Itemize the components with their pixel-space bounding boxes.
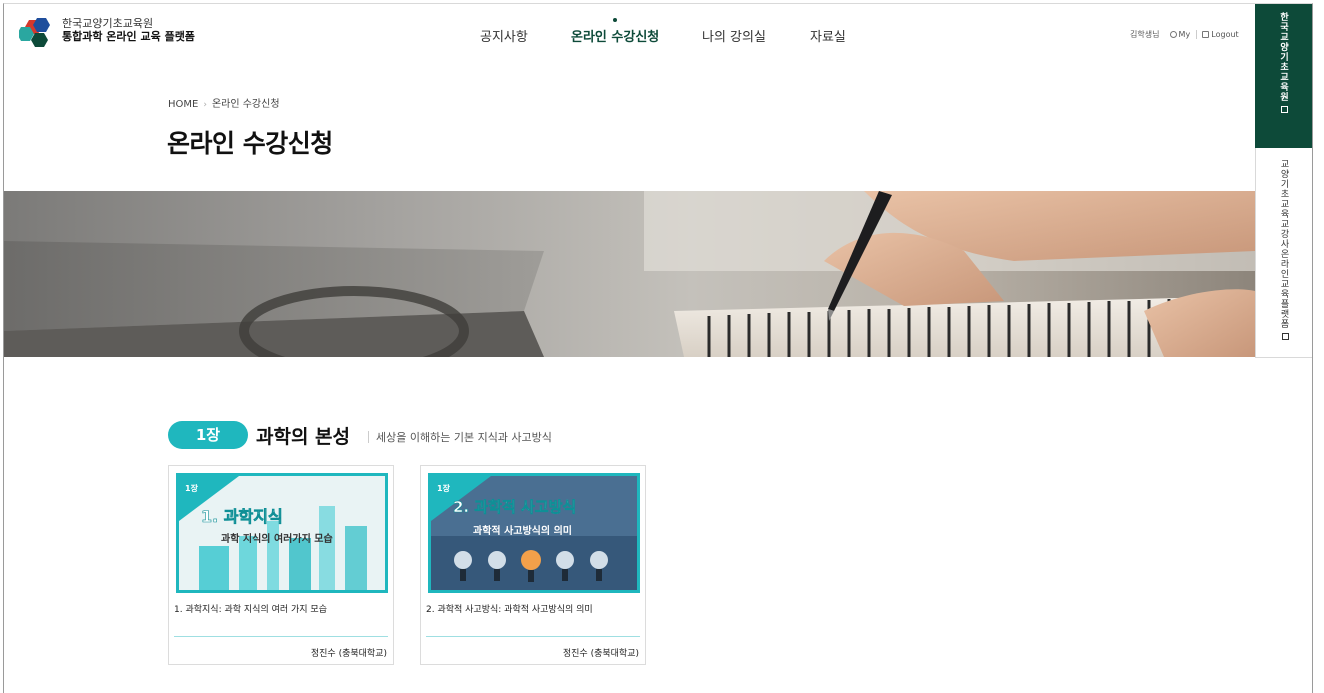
thumbnail-image: 1장 2. 과학적 사고방식 과학적 사고방식의 의미 [431,476,637,590]
logo-icon[interactable] [19,18,53,48]
course-thumbnail: 1장 1. 과학지식 과학 지식의 여러가지 모습 [176,473,388,593]
thumbnail-image: 1장 1. 과학지식 과학 지식의 여러가지 모습 [179,476,385,590]
course-card[interactable]: 1장 1. 과학지식 과학 지식의 여러가지 모습 1. 과학지식: 과학 지식… [168,465,394,665]
course-card[interactable]: 1장 2. 과학적 사고방식 과학적 사고방식의 의미 2. 과학적 사고방식:… [420,465,646,665]
divider [174,636,388,637]
divider [426,636,640,637]
divider [368,431,369,443]
external-link-icon [1281,333,1289,340]
nav-resources[interactable]: 자료실 [810,26,846,45]
course-instructor: 정진수 (충북대학교) [562,649,639,659]
brand-line2: 통합과학 온라인 교육 플랫폼 [62,30,195,43]
user-icon [1169,31,1177,38]
logout-icon [1202,31,1210,38]
logout-link[interactable]: Logout [1202,30,1239,39]
my-label: My [1178,30,1191,39]
hero-banner [4,191,1255,357]
nav-my-classroom[interactable]: 나의 강의실 [702,26,766,45]
thumb-subtitle: 과학적 사고방식의 의미 [473,524,572,537]
side-tab-instructor-platform[interactable]: 교양기초교육교강사온라인교육플랫폼 [1255,148,1312,358]
breadcrumb-home[interactable]: HOME [168,99,198,110]
chapter-title: 과학의 본성 [256,426,351,448]
thumb-title: 1. 과학지식 [201,507,283,526]
divider [1195,30,1197,39]
thumb-badge: 1장 [185,483,199,493]
breadcrumb: HOME › 온라인 수강신청 [168,95,280,110]
course-instructor: 정진수 (충북대학교) [310,649,387,659]
side-tab-kcge-label: 한국교양기초교육원 [1279,13,1291,113]
nav-online-enrollment-label: 온라인 수강신청 [571,30,660,45]
chapter-badge: 1장 [168,421,248,449]
active-indicator [613,18,618,22]
breadcrumb-separator: › [203,100,207,110]
course-thumbnail: 1장 2. 과학적 사고방식 과학적 사고방식의 의미 [428,473,640,593]
thumb-title: 2. 과학적 사고방식 [453,498,576,516]
nav-notices[interactable]: 공지사항 [480,26,528,45]
course-title[interactable]: 1. 과학지식: 과학 지식의 여러 가지 모습 [174,602,327,615]
chapter-description: 세상을 이해하는 기본 지식과 사고방식 [376,431,552,444]
page: 한국교양기초교육원 통합과학 온라인 교육 플랫폼 공지사항 온라인 수강신청 … [3,3,1313,693]
my-link[interactable]: My [1169,30,1191,39]
side-tab-instructor-text: 교양기초교육교강사온라인교육플랫폼 [1280,160,1290,330]
side-tab-kcge[interactable]: 한국교양기초교육원 [1255,4,1312,148]
breadcrumb-current: 온라인 수강신청 [211,99,280,110]
banner-image [4,191,1255,357]
user-name: 김학생님 [1130,30,1160,39]
external-link-icon [1281,106,1288,113]
user-utility: 김학생님 My Logout [1130,29,1239,40]
page-title: 온라인 수강신청 [167,129,333,158]
nav-online-enrollment[interactable]: 온라인 수강신청 [571,18,660,45]
logout-label: Logout [1211,30,1239,39]
side-tab-kcge-text: 한국교양기초교육원 [1280,13,1289,103]
course-title[interactable]: 2. 과학적 사고방식: 과학적 사고방식의 의미 [426,602,593,615]
side-tab-instructor-label: 교양기초교육교강사온라인교육플랫폼 [1279,160,1291,340]
brand[interactable]: 한국교양기초교육원 통합과학 온라인 교육 플랫폼 [62,17,195,44]
brand-line1: 한국교양기초교육원 [62,17,154,30]
thumb-badge: 1장 [437,483,451,493]
thumb-subtitle: 과학 지식의 여러가지 모습 [221,532,333,545]
